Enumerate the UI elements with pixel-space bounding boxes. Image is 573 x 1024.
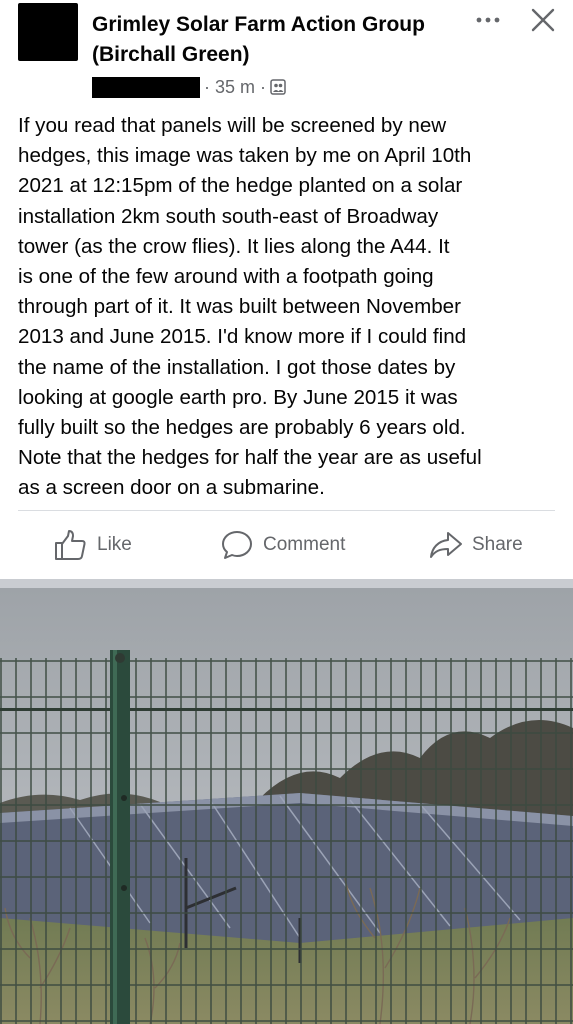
more-options-icon[interactable] <box>474 10 502 30</box>
comment-label: Comment <box>263 534 346 555</box>
post-actions: Like Comment Share <box>0 520 573 572</box>
divider <box>18 510 555 511</box>
post-time[interactable]: · 35 m · <box>204 77 266 98</box>
post-meta: · 35 m · <box>92 76 286 98</box>
share-label: Share <box>472 534 523 555</box>
post-header: Grimley Solar Farm Action Group (Birchal… <box>0 0 573 100</box>
solar-farm-photo <box>0 588 573 1024</box>
group-name-link[interactable]: Grimley Solar Farm Action Group (Birchal… <box>92 10 472 70</box>
like-button[interactable]: Like <box>54 528 132 562</box>
share-icon <box>430 532 462 558</box>
post-photo[interactable] <box>0 588 573 1024</box>
thumbs-up-icon <box>55 530 86 560</box>
like-label: Like <box>97 534 132 555</box>
close-icon[interactable] <box>530 7 556 33</box>
group-avatar[interactable] <box>18 3 78 61</box>
comment-icon <box>222 531 252 559</box>
comment-button[interactable]: Comment <box>220 528 345 562</box>
share-button[interactable]: Share <box>429 528 523 562</box>
group-icon <box>270 79 286 95</box>
post-body-text: If you read that panels will be screened… <box>18 114 482 500</box>
feed-separator <box>0 579 573 588</box>
redacted-author-name[interactable] <box>92 76 200 98</box>
